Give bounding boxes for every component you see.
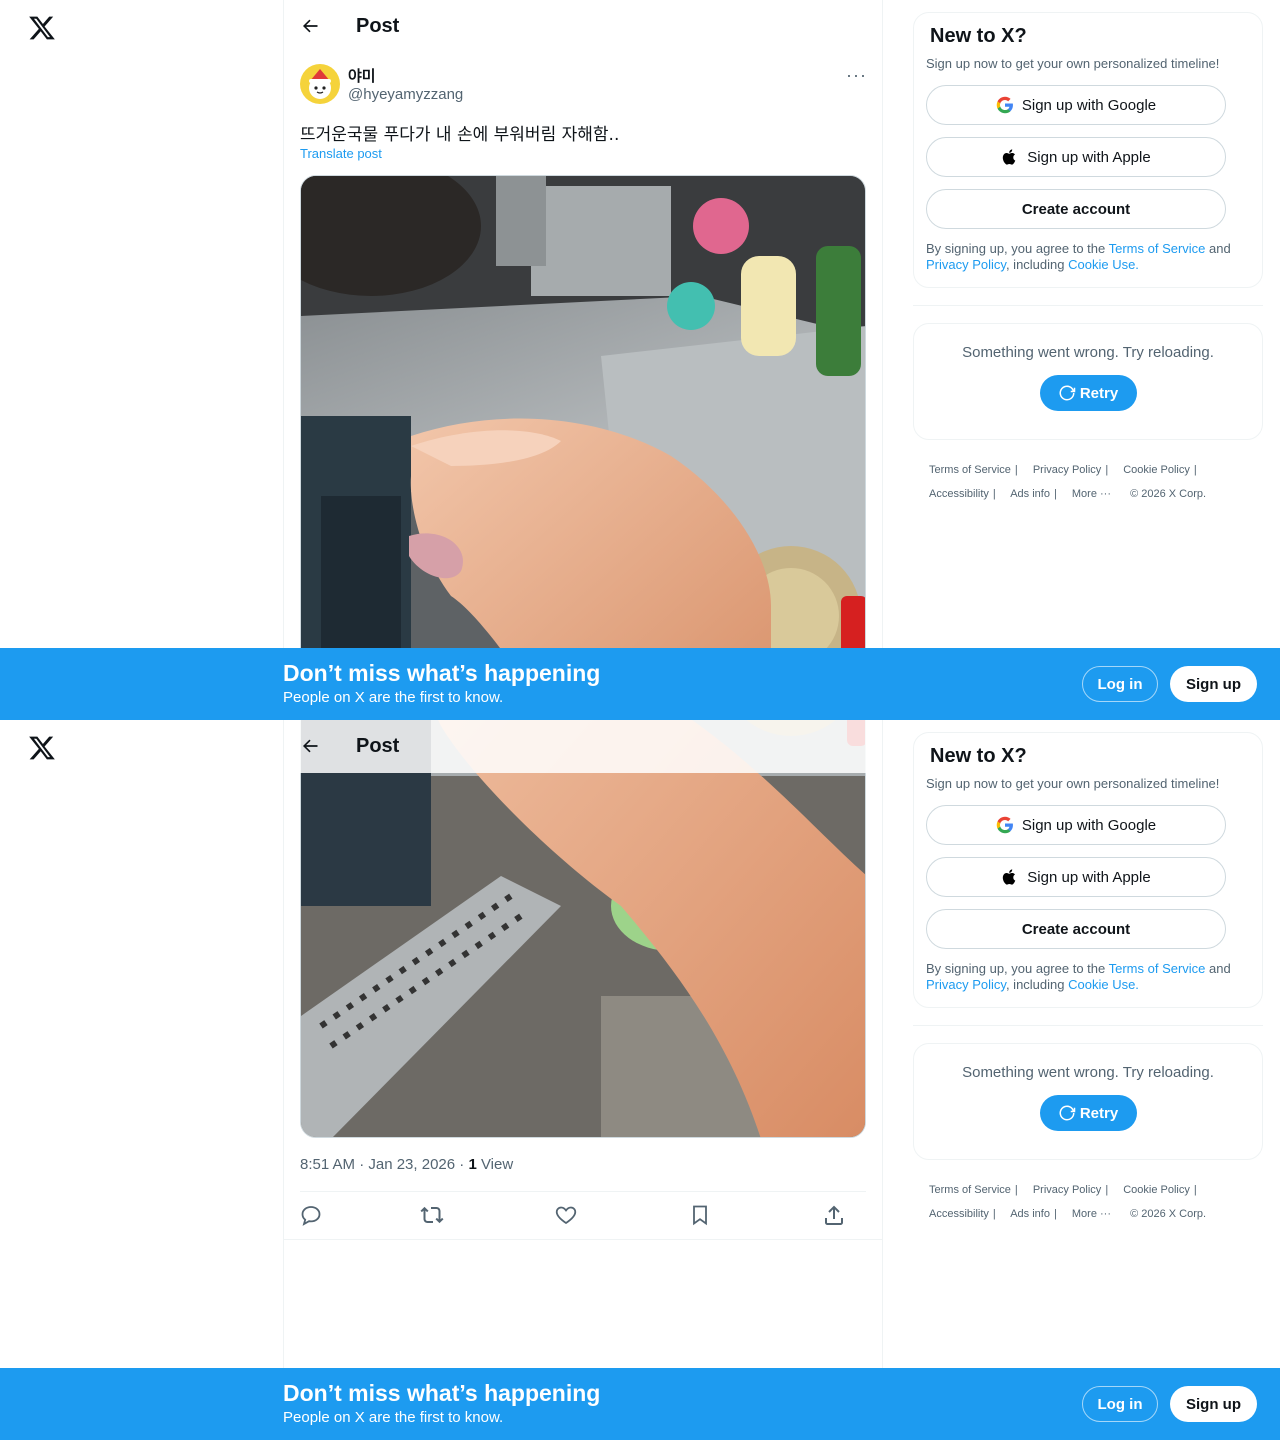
error-message: Something went wrong. Try reloading. [962, 1064, 1214, 1081]
share-icon[interactable] [822, 1203, 846, 1227]
signup-subtitle: Sign up now to get your own personalized… [926, 56, 1220, 71]
google-icon [996, 96, 1013, 114]
footer-ads[interactable]: Ads info [1010, 488, 1050, 500]
signup-google-label: Sign up with Google [1021, 96, 1157, 114]
error-card: Something went wrong. Try reloading. Ret… [913, 323, 1263, 440]
error-message: Something went wrong. Try reloading. [962, 344, 1214, 361]
post-time[interactable]: 8:51 AM · Jan 23, 2026 · [300, 1156, 468, 1173]
apple-icon [1003, 869, 1016, 885]
create-account-button[interactable]: Create account [926, 909, 1226, 949]
footer-links: Terms of Service | Privacy Policy | Cookie… [929, 1184, 1207, 1220]
copyright: © 2026 X Corp. [1130, 488, 1207, 500]
page-title: Post [356, 735, 400, 757]
signup-card: New to X? Sign up now to get your own pe… [913, 12, 1263, 288]
apple-icon [1003, 149, 1016, 165]
footer-accessibility[interactable]: Accessibility [929, 1208, 989, 1220]
footer-privacy[interactable]: Privacy Policy [1033, 464, 1101, 476]
signup-button[interactable]: Sign up [1170, 1386, 1257, 1422]
signup-subtitle: Sign up now to get your own personalized… [926, 776, 1220, 791]
signup-apple-label: Sign up with Apple [1027, 148, 1151, 166]
footer-terms[interactable]: Terms of Service [929, 464, 1011, 476]
column-divider [882, 0, 883, 720]
refresh-icon [1059, 1105, 1076, 1121]
post-column: Post 8:51 AM · Jan 23, 2026 · 1 View [284, 720, 882, 1440]
post-photo[interactable] [300, 720, 866, 1138]
footer-more[interactable]: More ··· [1072, 1208, 1111, 1220]
signup-legal-text: By signing up, you agree to the Terms of… [926, 241, 1231, 272]
divider [913, 305, 1263, 306]
footer-links: Terms of Service | Privacy Policy | Cookie… [929, 464, 1207, 500]
right-sidebar: New to X? Sign up now to get your own pe… [913, 732, 1263, 1226]
viewport-top: Post 야미 @hyeyamyzzang ··· 뜨거운국물 푸다가 내 손에… [0, 0, 1280, 720]
post-timestamp: 8:51 AM · Jan 23, 2026 · 1 View [300, 1156, 514, 1173]
footer-ads[interactable]: Ads info [1010, 1208, 1050, 1220]
signup-banner: Don’t miss what’s happening People on X … [0, 648, 1280, 720]
post-text: 뜨거운국물 푸다가 내 손에 부워버림 자해함.. [300, 125, 620, 145]
refresh-icon [1059, 385, 1076, 401]
banner-subtitle: People on X are the first to know. [283, 689, 504, 706]
privacy-link[interactable]: Privacy Policy [926, 977, 1006, 992]
back-arrow-icon[interactable] [300, 736, 320, 756]
google-icon [996, 816, 1013, 834]
banner-title: Don’t miss what’s happening [283, 1380, 601, 1406]
privacy-link[interactable]: Privacy Policy [926, 257, 1006, 272]
footer-privacy[interactable]: Privacy Policy [1033, 1184, 1101, 1196]
x-logo-icon[interactable] [28, 14, 56, 42]
banner-title: Don’t miss what’s happening [283, 660, 601, 686]
create-account-button[interactable]: Create account [926, 189, 1226, 229]
viewport-bottom: Post 8:51 AM · Jan 23, 2026 · 1 View New… [0, 720, 1280, 1440]
post-header: Post [284, 720, 882, 773]
author-handle[interactable]: @hyeyamyzzang [348, 86, 463, 103]
signup-google-button[interactable]: Sign up with Google [926, 85, 1226, 125]
divider [913, 1025, 1263, 1026]
divider [284, 1239, 882, 1240]
column-divider [882, 720, 883, 1440]
signup-google-button[interactable]: Sign up with Google [926, 805, 1226, 845]
retry-button[interactable]: Retry [1039, 1095, 1137, 1131]
more-options-icon[interactable]: ··· [846, 66, 866, 90]
login-button[interactable]: Log in [1082, 666, 1158, 702]
right-sidebar: New to X? Sign up now to get your own pe… [913, 12, 1263, 506]
footer-cookie[interactable]: Cookie Policy [1123, 464, 1190, 476]
post-header: Post [284, 0, 882, 53]
footer-more[interactable]: More ··· [1072, 488, 1111, 500]
signup-apple-label: Sign up with Apple [1027, 868, 1151, 886]
signup-apple-button[interactable]: Sign up with Apple [926, 137, 1226, 177]
signup-apple-button[interactable]: Sign up with Apple [926, 857, 1226, 897]
error-card: Something went wrong. Try reloading. Ret… [913, 1043, 1263, 1160]
footer-cookie[interactable]: Cookie Policy [1123, 1184, 1190, 1196]
reply-icon[interactable] [288, 1203, 334, 1227]
signup-card: New to X? Sign up now to get your own pe… [913, 732, 1263, 1008]
cookie-link[interactable]: Cookie Use. [1068, 977, 1139, 992]
signup-legal-text: By signing up, you agree to the Terms of… [926, 961, 1231, 992]
footer-accessibility[interactable]: Accessibility [929, 488, 989, 500]
back-arrow-icon[interactable] [300, 16, 320, 36]
repost-icon[interactable] [420, 1203, 444, 1227]
post-actions [300, 1192, 866, 1238]
translate-post-link[interactable]: Translate post [300, 146, 382, 161]
post-photo[interactable] [300, 175, 866, 720]
login-button[interactable]: Log in [1082, 1386, 1158, 1422]
copyright: © 2026 X Corp. [1130, 1208, 1207, 1220]
signup-google-label: Sign up with Google [1021, 816, 1157, 834]
view-count: 1 [468, 1156, 477, 1173]
signup-button[interactable]: Sign up [1170, 666, 1257, 702]
post-column: Post 야미 @hyeyamyzzang ··· 뜨거운국물 푸다가 내 손에… [284, 0, 882, 720]
banner-subtitle: People on X are the first to know. [283, 1409, 504, 1426]
post-author: 야미 @hyeyamyzzang ··· [300, 64, 866, 108]
signup-title: New to X? [930, 25, 1027, 47]
bookmark-icon[interactable] [688, 1203, 712, 1227]
terms-link[interactable]: Terms of Service [1109, 241, 1206, 256]
author-name[interactable]: 야미 [348, 65, 376, 86]
signup-title: New to X? [930, 745, 1027, 767]
x-logo-icon[interactable] [28, 734, 56, 762]
like-heart-icon[interactable] [554, 1203, 578, 1227]
retry-button[interactable]: Retry [1039, 375, 1137, 411]
avatar[interactable] [300, 64, 340, 104]
cookie-link[interactable]: Cookie Use. [1068, 257, 1139, 272]
signup-banner: Don’t miss what’s happening People on X … [0, 1368, 1280, 1440]
page-title: Post [356, 15, 400, 37]
footer-terms[interactable]: Terms of Service [929, 1184, 1011, 1196]
terms-link[interactable]: Terms of Service [1109, 961, 1206, 976]
